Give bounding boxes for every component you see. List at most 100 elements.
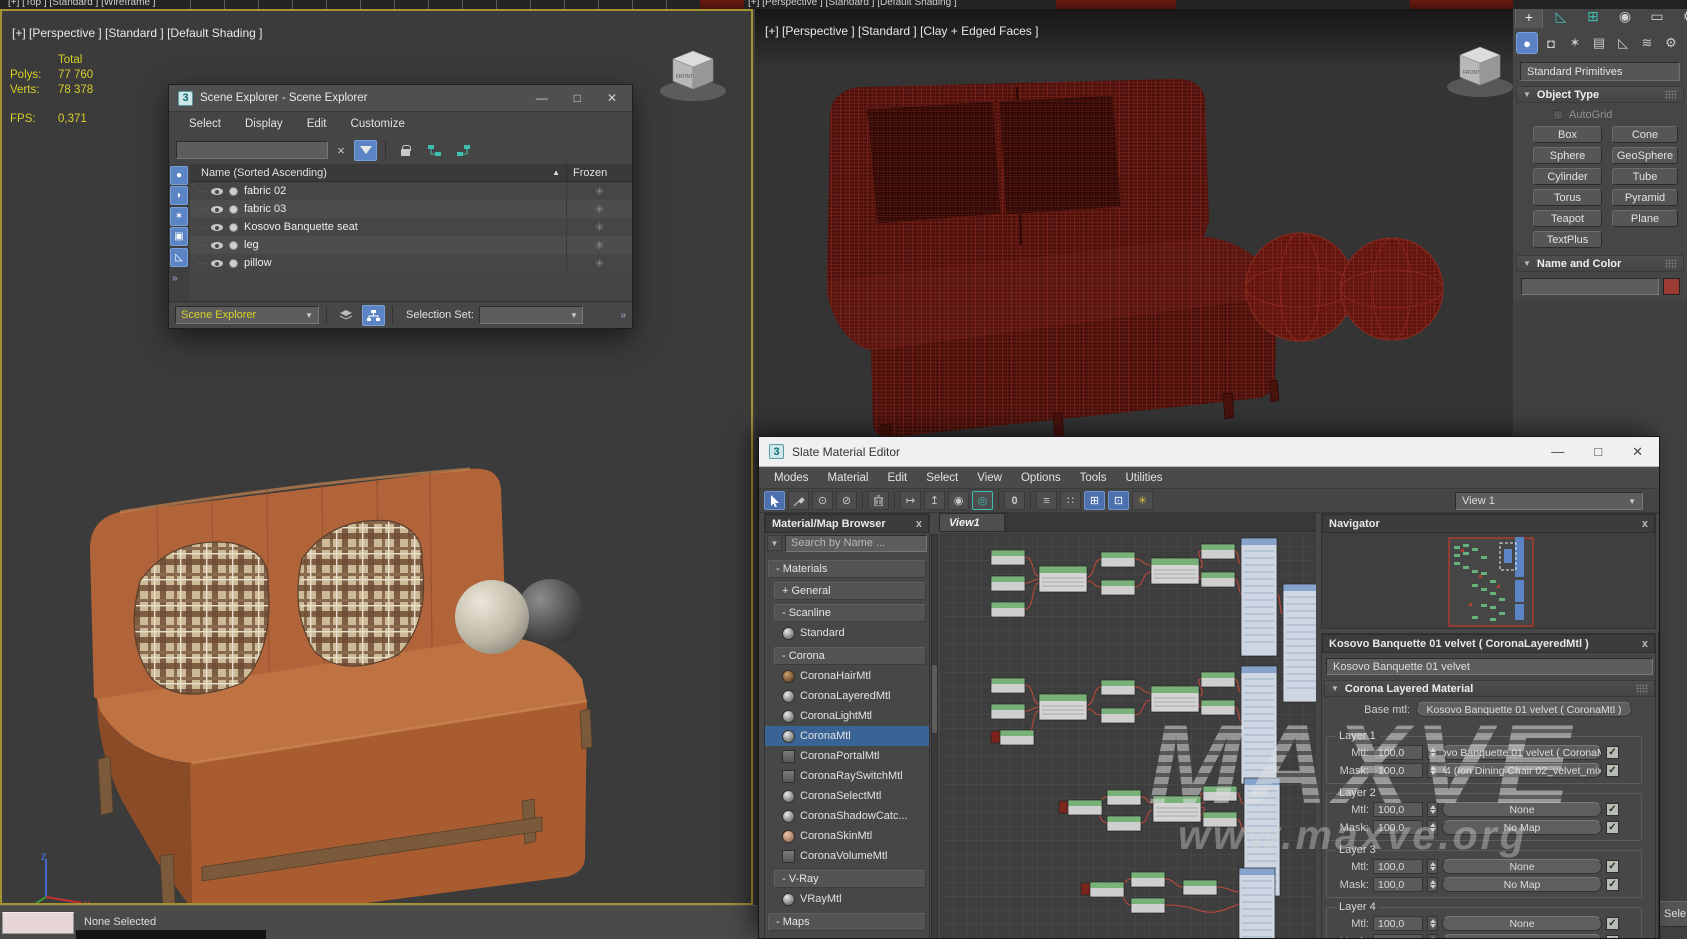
table-row[interactable]: ⋯ pillow ✳ [190,254,632,272]
cone-button[interactable]: Cone [1612,126,1678,143]
layer-mode-icon[interactable] [452,140,475,161]
rollout-object-type[interactable]: ▼ Object Type [1516,86,1684,103]
navigator-minimap[interactable] [1322,533,1655,629]
viewport-label[interactable]: [+] [Perspective ] [Standard ] [Clay + E… [765,24,1038,38]
column-frozen-header[interactable]: Frozen [566,164,632,181]
mtl-map-button[interactable]: None [1442,859,1602,874]
tree-group-general[interactable]: + General [774,582,926,600]
object-color-swatch[interactable] [1663,278,1680,295]
category-helpers-icon[interactable]: ◺ [1612,32,1634,54]
mtl-map-button[interactable]: sovo Banquette 01 velvet ( CoronaMt [1442,745,1602,760]
show-material-in-viewport-button[interactable]: ⊞ [1084,491,1105,510]
frozen-snowflake-icon[interactable]: ✳ [566,254,632,272]
browser-search-input[interactable]: Search by Name ... [785,534,927,552]
frozen-snowflake-icon[interactable]: ✳ [566,182,632,200]
list-item[interactable]: VRayMtl [765,889,929,909]
list-item[interactable]: CoronaSelectMtl [765,786,929,806]
selectable-dot-icon[interactable] [229,240,238,250]
scene-explorer-titlebar[interactable]: 3 Scene Explorer - Scene Explorer — □ ✕ [169,85,632,112]
minimize-icon[interactable]: — [1551,444,1564,460]
slate-titlebar[interactable]: 3 Slate Material Editor — □ ✕ [759,437,1659,467]
menu-options[interactable]: Options [1021,472,1061,484]
mask-enable-checkbox[interactable] [1606,878,1619,891]
hierarchy-mode-icon[interactable] [423,140,446,161]
spinner-arrows[interactable] [1427,916,1438,931]
table-row[interactable]: ⋯ fabric 02 ✳ [190,182,632,200]
assign-to-selection-button[interactable]: ↦ [900,491,921,510]
category-geometry-icon[interactable]: ● [1516,32,1538,54]
frozen-snowflake-icon[interactable]: ✳ [566,200,632,218]
material-name-field[interactable]: Kosovo Banquette 01 velvet [1326,658,1653,675]
put-to-library-button[interactable]: ⊘ [836,491,857,510]
mtl-amount-field[interactable]: 100,0 [1373,802,1423,817]
tree-group-maps[interactable]: - Maps [768,913,926,931]
mtl-amount-field[interactable]: 100,0 [1373,916,1423,931]
mask-map-button[interactable]: No Map [1442,934,1602,938]
menu-view[interactable]: View [977,472,1002,484]
menu-select[interactable]: Select [189,118,221,130]
menu-utilities[interactable]: Utilities [1125,472,1162,484]
autogrid-checkbox[interactable]: AutoGrid [1553,109,1612,121]
show-background-button[interactable]: ◎ [972,491,993,510]
explorer-search-input[interactable] [176,141,328,159]
close-icon[interactable]: x [916,518,922,530]
mask-map-button[interactable]: No Map [1442,820,1602,835]
list-item[interactable]: CoronaShadowCatc... [765,806,929,826]
close-icon[interactable]: ✕ [607,91,617,105]
tab-view1[interactable]: View1 [939,513,1005,531]
menu-modes[interactable]: Modes [774,472,809,484]
list-item[interactable]: CoronaVolumeMtl [765,846,929,866]
maximize-icon[interactable]: □ [574,91,581,105]
object-name-field[interactable] [1521,278,1659,295]
mtl-amount-field[interactable]: 100,0 [1373,745,1423,760]
list-item[interactable]: CoronaSkinMtl [765,826,929,846]
tree-group-materials[interactable]: - Materials [768,560,926,578]
clear-search-icon[interactable]: × [334,143,348,158]
visibility-eye-icon[interactable] [211,185,223,197]
spinner-arrows[interactable] [1427,934,1438,938]
geosphere-button[interactable]: GeoSphere [1612,147,1678,164]
minimize-icon[interactable]: — [536,91,548,105]
pyramid-button[interactable]: Pyramid [1612,189,1678,206]
menu-edit[interactable]: Edit [887,472,907,484]
menu-display[interactable]: Display [245,118,283,130]
eyedropper-icon[interactable] [788,491,809,510]
menu-material[interactable]: Material [828,472,869,484]
filter-geometry-icon[interactable]: ◗ [170,186,188,205]
layer-enable-checkbox[interactable] [1606,746,1619,759]
list-item[interactable]: CoronaLightMtl [765,706,929,726]
mask-map-button[interactable]: p #4 (Ion Dining Chair 02_velvet_mix.jp [1442,763,1602,778]
category-cameras-icon[interactable]: ▤ [1588,32,1610,54]
view-selector-dropdown[interactable]: View 1 ▼ [1455,492,1643,510]
checkbox-icon[interactable] [1553,110,1563,120]
list-item[interactable]: CoronaPortalMtl [765,746,929,766]
spinner-arrows[interactable] [1427,820,1438,835]
category-systems-icon[interactable]: ⚙ [1660,32,1682,54]
box-button[interactable]: Box [1533,126,1602,143]
teapot-button[interactable]: Teapot [1533,210,1602,227]
layer-enable-checkbox[interactable] [1606,917,1619,930]
layout-vertical-button[interactable]: ≡ [1036,491,1057,510]
selectable-dot-icon[interactable] [229,258,238,268]
table-row[interactable]: ⋯ fabric 03 ✳ [190,200,632,218]
table-row[interactable]: ⋯ leg ✳ [190,236,632,254]
category-lights-icon[interactable]: ✶ [1564,32,1586,54]
mask-enable-checkbox[interactable] [1606,764,1619,777]
menu-tools[interactable]: Tools [1080,472,1107,484]
table-row[interactable]: ⋯ Kosovo Banquette seat ✳ [190,218,632,236]
rollout-name-and-color[interactable]: ▼ Name and Color [1516,255,1684,272]
browser-options-icon[interactable]: ▼ [767,535,782,551]
rail-expand-icon[interactable]: » [172,273,187,284]
put-to-scene-button[interactable]: ↥ [924,491,945,510]
visibility-eye-icon[interactable] [211,239,223,251]
explorer-mode-dropdown[interactable]: Scene Explorer ▼ [175,306,319,324]
mtl-map-button[interactable]: None [1442,916,1602,931]
viewcube[interactable]: FRONT [660,50,726,101]
mask-amount-field[interactable]: 100,0 [1373,877,1423,892]
select-button-clipped[interactable]: Sele [1658,901,1687,927]
hierarchy-icon[interactable] [362,304,385,326]
spinner-arrows[interactable] [1427,763,1438,778]
lock-icon[interactable] [394,140,417,161]
spinner-arrows[interactable] [1427,802,1438,817]
list-item-selected[interactable]: CoronaMtl [765,726,929,746]
